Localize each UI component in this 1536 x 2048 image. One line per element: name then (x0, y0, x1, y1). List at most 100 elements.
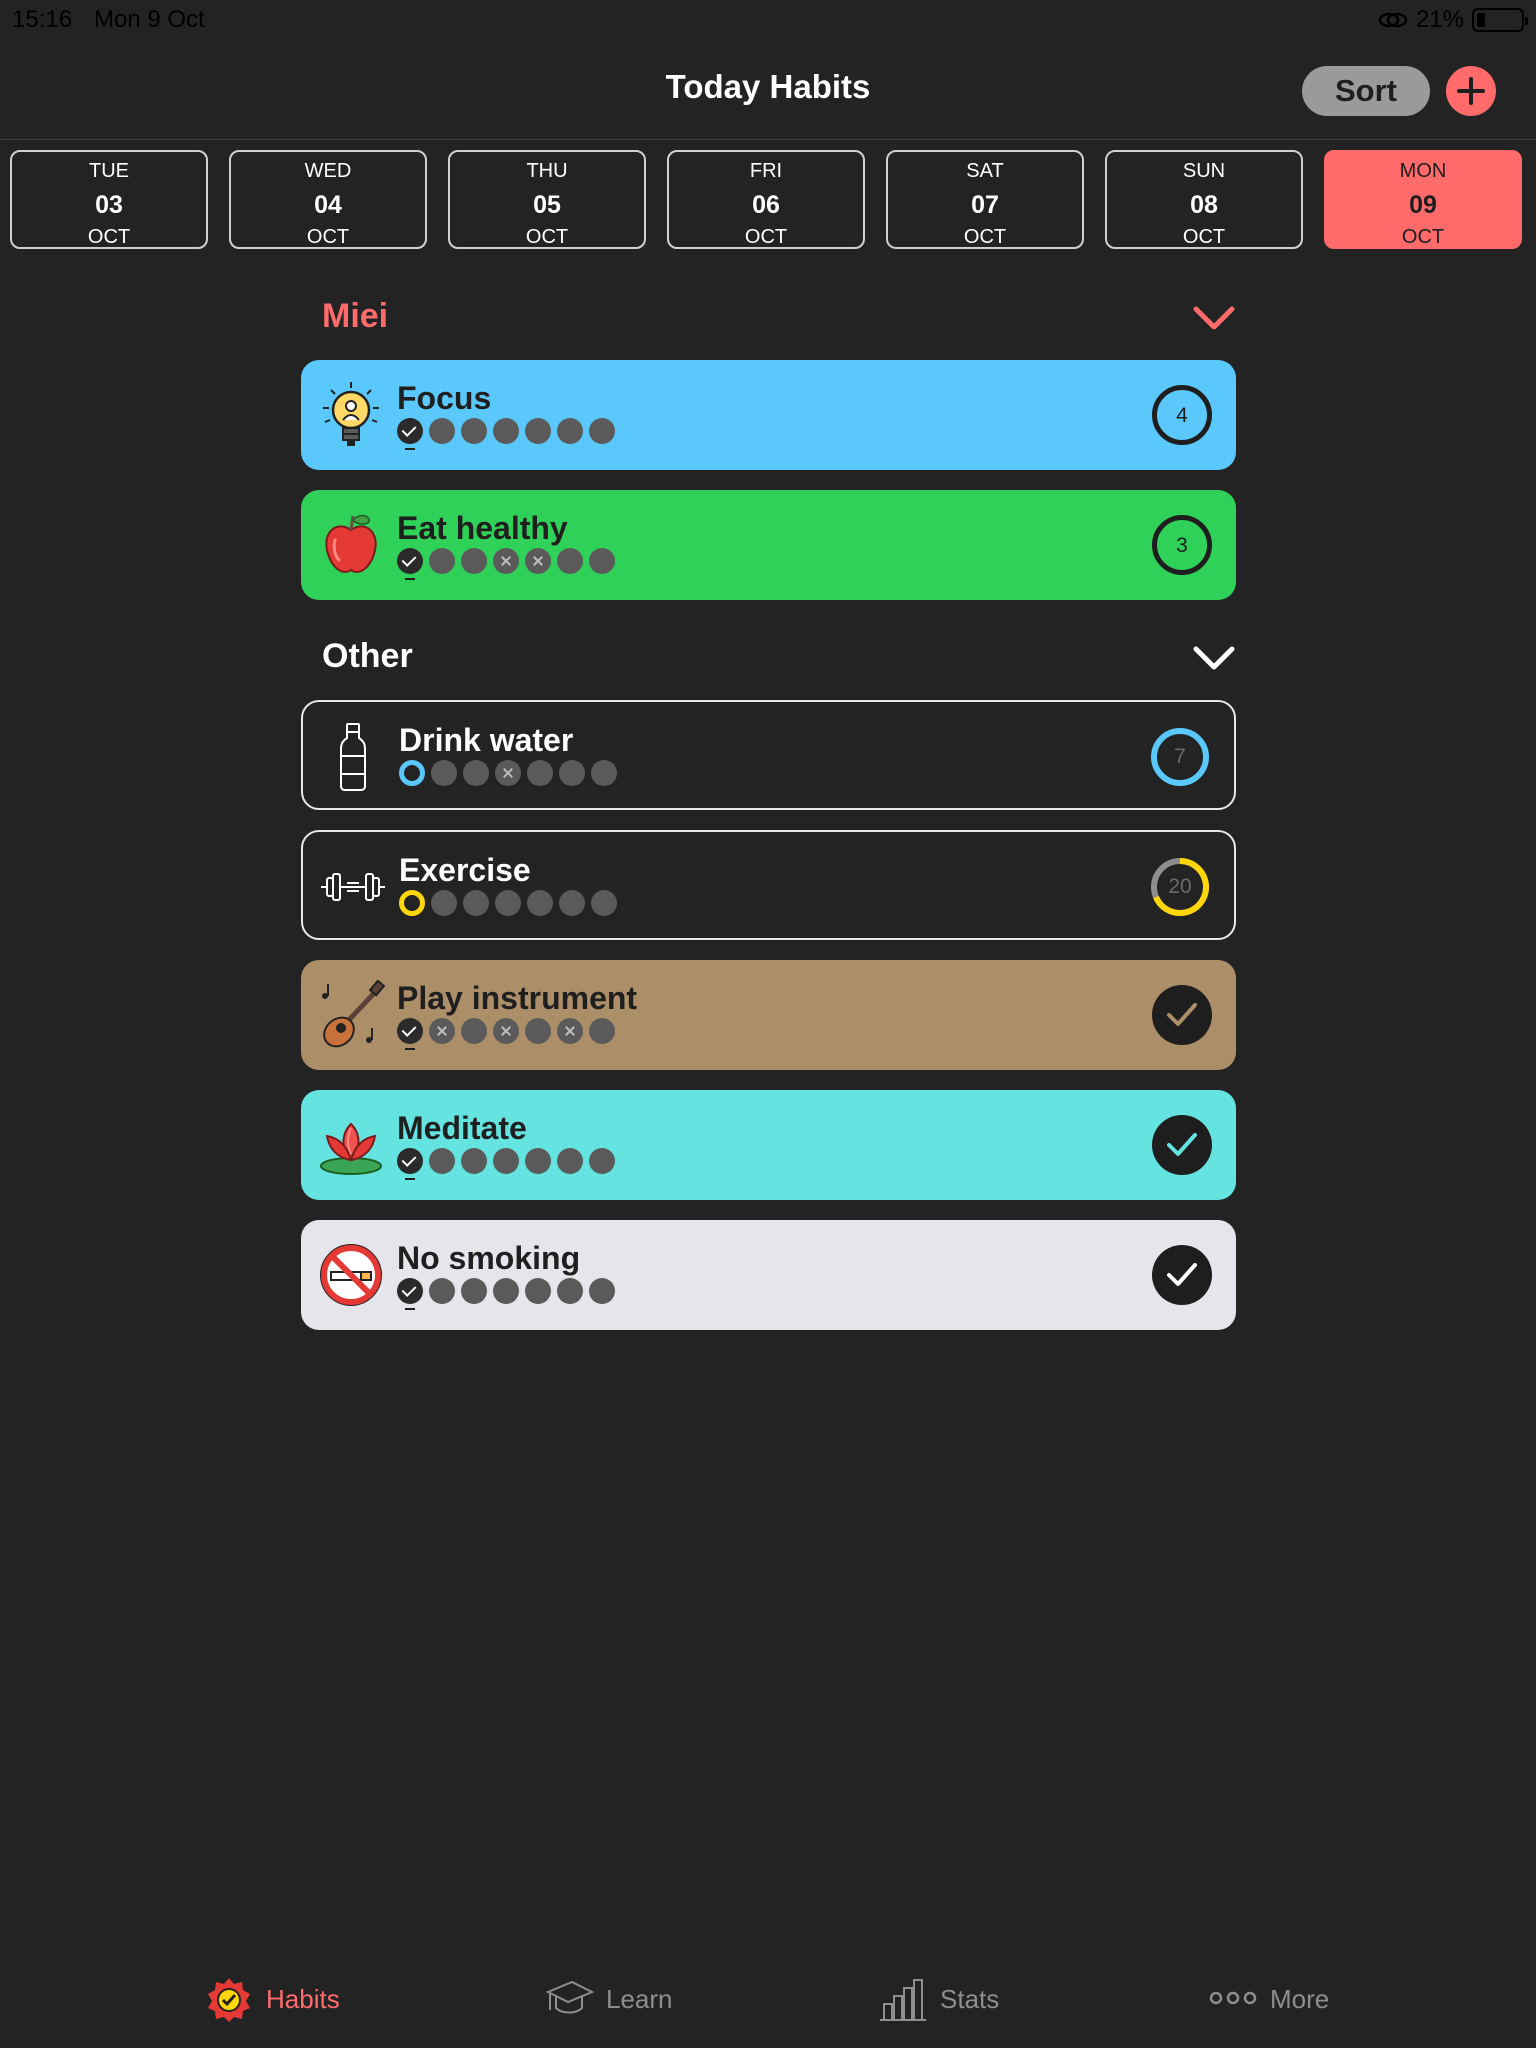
checkmark-icon (1167, 1003, 1197, 1026)
apple-icon (325, 514, 377, 573)
day-status-empty (429, 1148, 455, 1174)
day-status-in-progress (399, 760, 425, 786)
day-sun[interactable]: SUN 08 OCT (1105, 150, 1303, 249)
habit-name: Play instrument (397, 980, 638, 1016)
completed-check-button[interactable] (1152, 1245, 1212, 1305)
more-dots-icon (1209, 1991, 1257, 2005)
habit-card-no-smoking[interactable]: No smoking (301, 1220, 1236, 1330)
week-progress (397, 1018, 615, 1050)
week-progress (397, 1148, 615, 1180)
status-bar: 15:16 Mon 9 Oct 21% (0, 0, 1536, 38)
week-progress (399, 760, 617, 786)
habit-card-eat-healthy[interactable]: Eat healthy 3 (301, 490, 1236, 600)
section-title: Miei (322, 297, 389, 335)
header-divider (0, 139, 1536, 140)
day-status-empty (429, 548, 455, 574)
sort-button[interactable]: Sort (1302, 66, 1430, 116)
link-icon (1378, 12, 1408, 28)
week-progress (397, 1278, 615, 1310)
day-sat[interactable]: SAT 07 OCT (886, 150, 1084, 249)
completed-check-button[interactable] (1152, 1115, 1212, 1175)
battery-percent: 21% (1415, 6, 1464, 33)
habit-card-play-instrument[interactable]: Play instrument (301, 960, 1236, 1070)
no-smoking-icon (320, 1244, 382, 1306)
day-number: 06 (752, 191, 780, 219)
day-mon-selected[interactable]: MON 09 OCT (1324, 150, 1522, 249)
day-fri[interactable]: FRI 06 OCT (667, 150, 865, 249)
chevron-down-icon[interactable] (1192, 643, 1236, 673)
day-name: SUN (1182, 160, 1226, 182)
day-name: FRI (749, 160, 783, 182)
day-status-empty (429, 1278, 455, 1304)
day-status-done (397, 548, 423, 580)
stats-chart-icon (880, 1979, 926, 2021)
status-time: 15:16 (12, 6, 73, 33)
day-status-empty (493, 1148, 519, 1174)
tab-more[interactable]: More (1208, 1976, 1329, 2022)
day-month: OCT (525, 226, 569, 248)
day-status-in-progress (399, 890, 425, 916)
day-status-empty (525, 1018, 551, 1044)
day-status-empty (589, 548, 615, 574)
day-status-empty (557, 418, 583, 444)
day-status-empty (591, 890, 617, 916)
add-habit-button[interactable] (1446, 66, 1496, 116)
day-name: MON (1399, 160, 1447, 182)
habit-card-meditate[interactable]: Meditate (301, 1090, 1236, 1200)
section-title: Other (322, 637, 413, 675)
week-progress (399, 890, 617, 916)
day-wed[interactable]: WED 04 OCT (229, 150, 427, 249)
progress-counter[interactable]: 7 (1150, 727, 1210, 787)
habit-name: Eat healthy (397, 510, 568, 546)
day-status-done (397, 1148, 423, 1180)
status-date: Mon 9 Oct (94, 6, 205, 33)
streak-counter[interactable]: 4 (1152, 385, 1212, 445)
graduation-cap-icon (545, 1980, 594, 2014)
habit-card-focus[interactable]: Focus 4 (301, 360, 1236, 470)
day-status-empty (589, 418, 615, 444)
progress-counter[interactable]: 20 (1150, 857, 1210, 917)
day-status-empty (559, 890, 585, 916)
day-status-empty (589, 1018, 615, 1044)
day-status-empty (493, 1278, 519, 1304)
day-month: OCT (87, 226, 131, 248)
day-status-empty (591, 760, 617, 786)
day-number: 05 (533, 191, 561, 219)
tab-stats[interactable]: Stats (878, 1976, 999, 2022)
day-number: 03 (95, 191, 123, 219)
day-status-empty (461, 1018, 487, 1044)
day-status-empty (527, 760, 553, 786)
chevron-down-icon[interactable] (1192, 303, 1236, 333)
day-name: WED (304, 160, 352, 182)
day-status-empty (463, 890, 489, 916)
header: Today Habits Sort (0, 38, 1536, 140)
day-number: 08 (1190, 191, 1218, 219)
habit-name: Meditate (397, 1110, 527, 1146)
tab-habits[interactable]: Habits (204, 1976, 340, 2022)
checkmark-icon (1167, 1263, 1197, 1286)
lotus-icon (320, 1122, 382, 1175)
day-thu[interactable]: THU 05 OCT (448, 150, 646, 249)
tab-learn[interactable]: Learn (544, 1976, 673, 2022)
habit-card-drink-water[interactable]: Drink water 7 (301, 700, 1236, 810)
completed-check-button[interactable] (1152, 985, 1212, 1045)
lightbulb-icon (323, 382, 379, 446)
day-status-done (397, 1278, 423, 1310)
day-status-empty (557, 548, 583, 574)
water-bottle-icon (340, 723, 366, 791)
day-status-empty (557, 1148, 583, 1174)
day-status-done (397, 418, 423, 450)
progress-value: 7 (1174, 745, 1186, 768)
week-progress (397, 418, 615, 450)
day-status-skipped (493, 548, 519, 574)
day-tue[interactable]: TUE 03 OCT (10, 150, 208, 249)
guitar-icon (322, 980, 385, 1048)
status-indicators: 21% (1378, 6, 1528, 34)
section-header-other[interactable]: Other (322, 637, 1236, 687)
habit-card-exercise[interactable]: Exercise 20 (301, 830, 1236, 940)
day-status-skipped (525, 548, 551, 574)
day-status-empty (461, 548, 487, 574)
streak-counter[interactable]: 3 (1152, 515, 1212, 575)
section-header-miei[interactable]: Miei (322, 297, 1236, 347)
day-status-empty (431, 890, 457, 916)
